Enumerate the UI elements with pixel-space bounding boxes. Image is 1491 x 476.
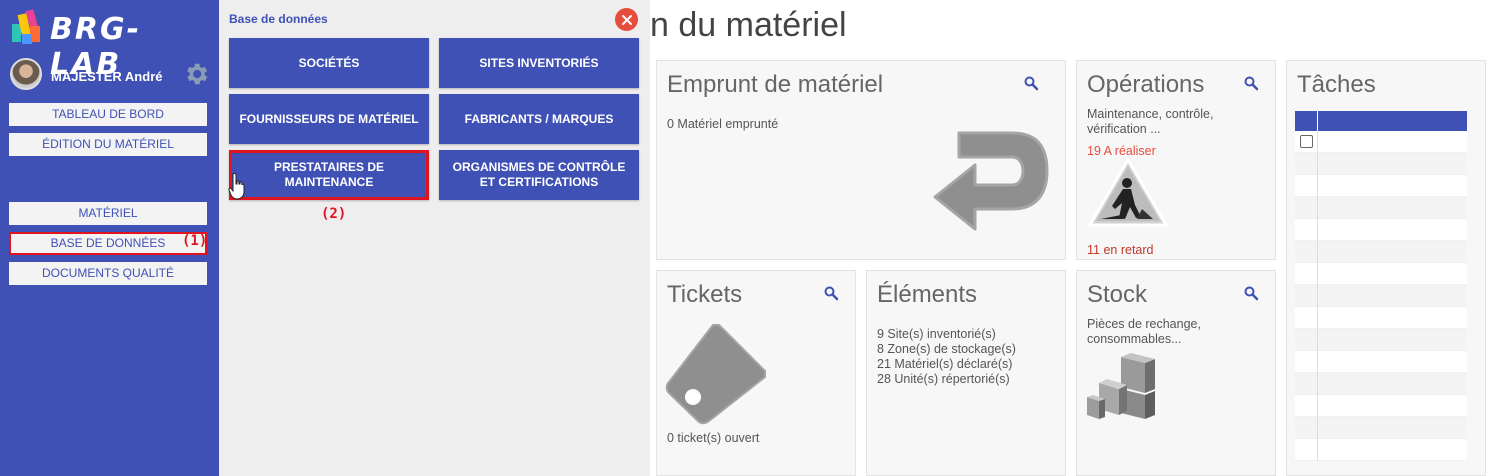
db-button-fabricants[interactable]: FABRICANTS / MARQUES bbox=[439, 94, 639, 144]
sidebar-item-materiel[interactable]: MATÉRIEL bbox=[9, 202, 207, 225]
elements-unites: 28 Unité(s) répertorié(s) bbox=[877, 372, 1010, 386]
worker-warning-icon bbox=[1088, 158, 1168, 227]
card-title: Opérations bbox=[1087, 71, 1205, 98]
search-icon[interactable] bbox=[823, 285, 839, 301]
card-tickets[interactable]: Tickets 0 ticket(s) ouvert bbox=[656, 270, 856, 476]
avatar[interactable] bbox=[10, 58, 42, 90]
hand-cursor-icon bbox=[228, 172, 245, 200]
table-row bbox=[1295, 197, 1467, 219]
db-button-fournisseurs[interactable]: FOURNISSEURS DE MATÉRIEL bbox=[229, 94, 429, 144]
elements-materiels: 21 Matériel(s) déclaré(s) bbox=[877, 357, 1013, 371]
table-row bbox=[1295, 417, 1467, 439]
table-row bbox=[1295, 329, 1467, 351]
operations-description: Maintenance, contrôle, vérification ... bbox=[1087, 107, 1214, 136]
sidebar-item-documents-qualite[interactable]: DOCUMENTS QUALITÉ bbox=[9, 262, 207, 285]
gear-icon[interactable] bbox=[182, 60, 210, 88]
table-row bbox=[1295, 175, 1467, 197]
logo-icon bbox=[12, 9, 40, 44]
sidebar-item-edition-materiel[interactable]: ÉDITION DU MATÉRIEL bbox=[9, 133, 207, 156]
table-row bbox=[1295, 241, 1467, 263]
card-title: Tickets bbox=[667, 281, 743, 308]
panel-title: Base de données bbox=[229, 12, 328, 26]
elements-zones: 8 Zone(s) de stockage(s) bbox=[877, 342, 1016, 356]
annotation-step-2: (2) bbox=[321, 206, 347, 222]
close-button[interactable] bbox=[615, 8, 638, 31]
tasks-table-body bbox=[1295, 131, 1467, 461]
card-title: Tâches bbox=[1297, 71, 1376, 98]
db-button-prestataires-maintenance[interactable]: PRESTATAIRES DE MAINTENANCE bbox=[229, 150, 429, 200]
page-title: n du matériel bbox=[650, 6, 847, 44]
card-title: Stock bbox=[1087, 281, 1148, 308]
sidebar-item-tableau-de-bord[interactable]: TABLEAU DE BORD bbox=[9, 103, 207, 126]
table-row bbox=[1295, 219, 1467, 241]
tasks-table-header bbox=[1295, 111, 1467, 131]
app-logo[interactable]: BRG-LAB bbox=[10, 8, 210, 82]
card-elements[interactable]: Éléments 9 Site(s) inventorié(s) 8 Zone(… bbox=[866, 270, 1066, 476]
card-operations[interactable]: Opérations Maintenance, contrôle, vérifi… bbox=[1076, 60, 1276, 260]
annotation-step-1: (1) bbox=[182, 233, 208, 249]
table-row bbox=[1295, 351, 1467, 373]
db-button-societes[interactable]: SOCIÉTÉS bbox=[229, 38, 429, 88]
user-name: MAJESTER André bbox=[51, 69, 163, 84]
search-icon[interactable] bbox=[1243, 285, 1259, 301]
card-title: Éléments bbox=[877, 281, 978, 308]
db-button-sites-inventories[interactable]: SITES INVENTORIÉS bbox=[439, 38, 639, 88]
table-row bbox=[1295, 153, 1467, 175]
user-profile: MAJESTER André bbox=[10, 58, 210, 92]
emprunt-count: 0 Matériel emprunté bbox=[667, 117, 779, 131]
tasks-table bbox=[1295, 111, 1467, 461]
db-button-organismes-controle[interactable]: ORGANISMES DE CONTRÔLE ET CERTIFICATIONS bbox=[439, 150, 639, 200]
tickets-count: 0 ticket(s) ouvert bbox=[667, 431, 760, 445]
table-row bbox=[1295, 395, 1467, 417]
tag-icon bbox=[665, 324, 766, 425]
stock-description: Pièces de rechange, consommables... bbox=[1087, 317, 1201, 346]
search-icon[interactable] bbox=[1243, 75, 1259, 91]
task-checkbox[interactable] bbox=[1300, 135, 1313, 148]
table-row bbox=[1295, 373, 1467, 395]
boxes-icon bbox=[1087, 353, 1155, 419]
close-icon bbox=[621, 14, 632, 25]
sidebar-item-base-de-donnees[interactable]: BASE DE DONNÉES bbox=[9, 232, 207, 255]
search-icon[interactable] bbox=[1023, 75, 1039, 91]
return-arrow-icon bbox=[933, 131, 1049, 231]
table-row bbox=[1295, 307, 1467, 329]
elements-stats: 9 Site(s) inventorié(s) 8 Zone(s) de sto… bbox=[877, 327, 1016, 387]
card-taches: Tâches bbox=[1286, 60, 1486, 476]
table-row bbox=[1295, 131, 1467, 153]
operations-late: 11 en retard bbox=[1087, 243, 1154, 257]
table-row bbox=[1295, 285, 1467, 307]
elements-sites: 9 Site(s) inventorié(s) bbox=[877, 327, 996, 341]
card-stock[interactable]: Stock Pièces de rechange, consommables..… bbox=[1076, 270, 1276, 476]
table-row bbox=[1295, 439, 1467, 461]
database-panel: Base de données SOCIÉTÉS SITES INVENTORI… bbox=[219, 0, 650, 476]
card-title: Emprunt de matériel bbox=[667, 71, 884, 98]
card-emprunt[interactable]: Emprunt de matériel 0 Matériel emprunté bbox=[656, 60, 1066, 260]
table-row bbox=[1295, 263, 1467, 285]
sidebar: BRG-LAB MAJESTER André TABLEAU DE BORD É… bbox=[0, 0, 219, 476]
